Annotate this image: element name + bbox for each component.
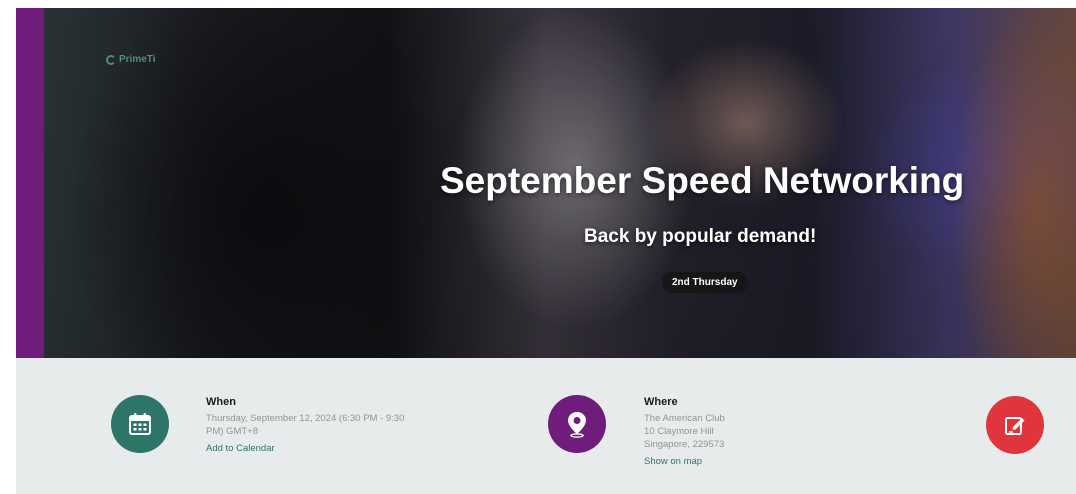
where-section: Where The American Club 10 Claymore Hill… — [644, 396, 844, 469]
event-page: PrimeTi September Speed Networking Back … — [0, 0, 1076, 494]
brand-text: PrimeTi — [119, 54, 156, 65]
where-heading: Where — [644, 396, 678, 408]
when-heading: When — [206, 396, 236, 408]
where-icon-circle — [548, 395, 606, 453]
schedule-badge: 2nd Thursday — [662, 272, 748, 293]
venue-street: 10 Claymore Hill — [644, 426, 714, 437]
brand-mark-icon — [106, 54, 116, 65]
hero-accent-bar — [16, 8, 44, 358]
calendar-icon — [129, 413, 151, 435]
register-button[interactable] — [986, 396, 1044, 454]
venue-name: The American Club — [644, 413, 725, 424]
edit-form-icon — [1005, 417, 1025, 435]
event-title: September Speed Networking — [440, 160, 965, 201]
event-subtitle: Back by popular demand! — [584, 226, 817, 247]
event-info-bar: When Thursday, September 12, 2024 (6:30 … — [16, 358, 1076, 494]
hero-banner: PrimeTi September Speed Networking Back … — [16, 8, 1076, 358]
when-date-line-1: Thursday, September 12, 2024 (6:30 PM - … — [206, 413, 405, 424]
show-on-map-link[interactable]: Show on map — [644, 455, 702, 468]
venue-city: Singapore, 229573 — [644, 439, 725, 450]
brand-logo: PrimeTi — [106, 54, 156, 65]
when-icon-circle — [111, 395, 169, 453]
add-to-calendar-link[interactable]: Add to Calendar — [206, 442, 275, 455]
location-pin-icon — [568, 412, 586, 438]
when-section: When Thursday, September 12, 2024 (6:30 … — [206, 396, 436, 456]
when-date-line-2: PM) GMT+8 — [206, 426, 258, 437]
